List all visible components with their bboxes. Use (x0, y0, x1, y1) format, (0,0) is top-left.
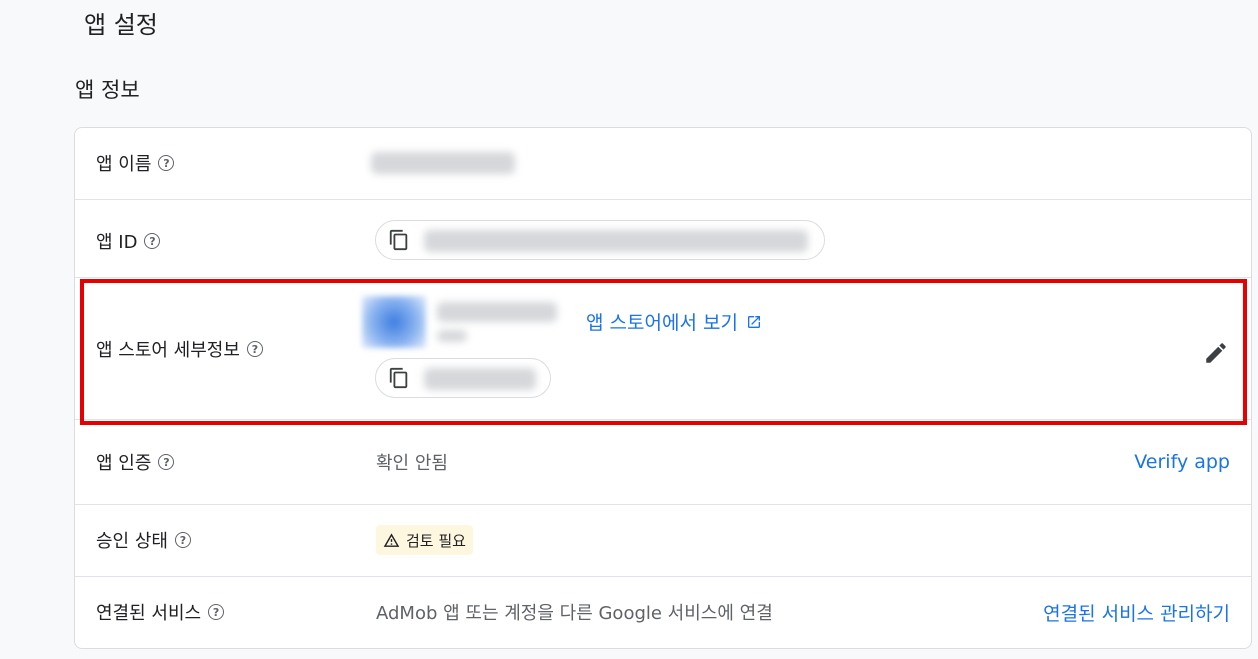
store-details-label: 앱 스토어 세부정보 (96, 340, 240, 361)
help-icon[interactable]: ? (208, 604, 225, 620)
app-name-label: 앱 이름 (96, 154, 152, 175)
help-icon[interactable]: ? (158, 454, 175, 470)
verify-app-link[interactable]: Verify app (1134, 451, 1230, 473)
approval-label: 승인 상태 (96, 531, 168, 552)
linked-services-label-group: 연결된 서비스 ? (96, 599, 225, 625)
verification-row: 앱 인증 ? 확인 안됨 Verify app (75, 420, 1251, 505)
verification-status: 확인 안됨 (376, 453, 448, 474)
linked-services-row: 연결된 서비스 ? AdMob 앱 또는 계정을 다른 Google 서비스에 … (75, 577, 1251, 650)
app-info-card: 앱 이름 ? 앱 ID ? 앱 스토어 세부정보 ? 앱 스토어에서 보기 앱 … (74, 127, 1252, 649)
app-id-copy-chip[interactable] (375, 220, 825, 260)
copy-icon[interactable] (388, 367, 410, 389)
linked-services-description: AdMob 앱 또는 계정을 다른 Google 서비스에 연결 (376, 603, 773, 624)
status-badge-label: 검토 필요 (406, 531, 466, 550)
store-details-label-group: 앱 스토어 세부정보 ? (96, 336, 263, 362)
app-id-label-group: 앱 ID ? (96, 228, 161, 254)
help-icon[interactable]: ? (246, 341, 263, 357)
app-id-row: 앱 ID ? (75, 200, 1251, 278)
store-app-sub-redacted (437, 330, 467, 342)
approval-row: 승인 상태 ? 검토 필요 (75, 505, 1251, 577)
status-badge: 검토 필요 (376, 525, 473, 555)
app-id-value-redacted (424, 230, 808, 252)
app-name-label-group: 앱 이름 ? (96, 150, 175, 176)
store-id-value-redacted (424, 368, 536, 390)
approval-label-group: 승인 상태 ? (96, 527, 191, 553)
store-id-copy-chip[interactable] (375, 358, 551, 398)
pencil-icon[interactable] (1203, 340, 1229, 366)
warning-triangle-icon (383, 532, 400, 547)
app-name-row: 앱 이름 ? (75, 128, 1251, 200)
store-app-title-redacted (437, 302, 557, 322)
app-id-label: 앱 ID (96, 232, 138, 253)
view-in-store-label: 앱 스토어에서 보기 (586, 312, 738, 334)
page-title: 앱 설정 (84, 11, 158, 39)
help-icon[interactable]: ? (158, 155, 175, 171)
help-icon[interactable]: ? (144, 233, 161, 249)
manage-linked-services-link[interactable]: 연결된 서비스 관리하기 (1043, 599, 1230, 626)
verification-label-group: 앱 인증 ? (96, 449, 175, 475)
linked-services-label: 연결된 서비스 (96, 603, 202, 624)
section-title: 앱 정보 (75, 78, 140, 102)
help-icon[interactable]: ? (174, 532, 191, 548)
view-in-store-link[interactable]: 앱 스토어에서 보기 (586, 308, 762, 335)
external-link-icon (747, 315, 760, 328)
copy-icon[interactable] (388, 229, 410, 251)
verification-label: 앱 인증 (96, 453, 152, 474)
store-details-row: 앱 스토어 세부정보 ? 앱 스토어에서 보기 (75, 278, 1251, 420)
app-store-icon-redacted (362, 296, 426, 348)
app-name-value-redacted (371, 152, 515, 174)
